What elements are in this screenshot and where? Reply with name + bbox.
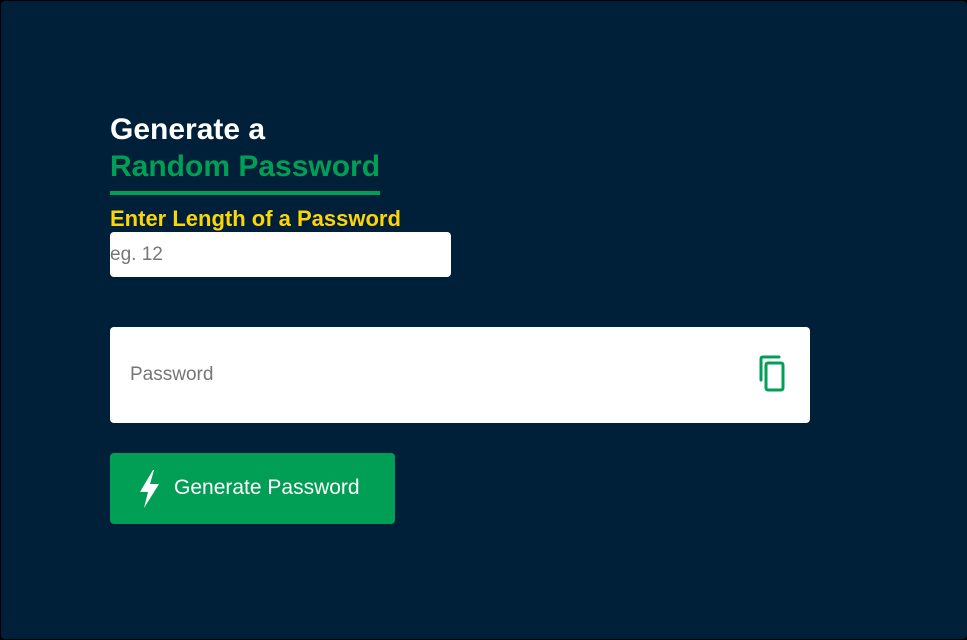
password-output-field[interactable]: [130, 355, 730, 395]
lightning-bolt-icon: [140, 470, 159, 508]
copy-button[interactable]: [754, 352, 794, 398]
length-input[interactable]: [110, 232, 451, 277]
length-label: Enter Length of a Password: [110, 206, 401, 231]
page-title-highlight: Random Password: [110, 149, 381, 195]
copy-icon: [759, 355, 785, 392]
page-title: Generate a: [110, 113, 266, 146]
password-output-box: [110, 327, 810, 423]
generate-password-button[interactable]: Generate Password: [110, 453, 395, 524]
password-generator-app: Generate a Random Password Enter Length …: [1, 1, 967, 639]
generate-button-label: Generate Password: [174, 476, 360, 499]
